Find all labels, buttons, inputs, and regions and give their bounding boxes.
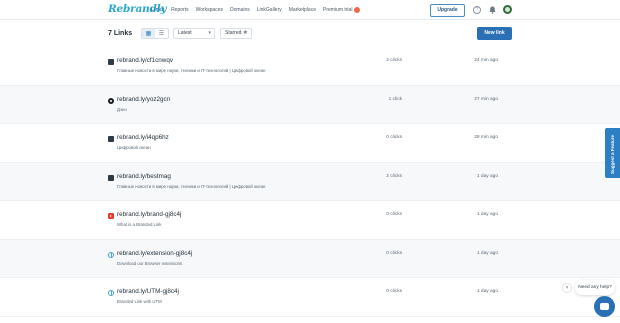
link-title[interactable]: rebrand.ly/cf1cnwqv bbox=[117, 57, 173, 64]
link-title[interactable]: rebrand.ly/extension-gj8c4j bbox=[117, 250, 192, 257]
upgrade-button[interactable]: Upgrade bbox=[430, 4, 465, 17]
globe-favicon-icon bbox=[108, 251, 114, 258]
top-navigation-bar: Rebrandly Links Reports Workspaces Domai… bbox=[0, 0, 620, 20]
starred-filter-button[interactable]: Starred ★ bbox=[220, 28, 252, 39]
link-description: Download our Browser extensions bbox=[117, 260, 183, 266]
sort-select-value: Latest bbox=[178, 30, 192, 36]
link-time: 1 day ago bbox=[476, 289, 498, 294]
links-list: rebrand.ly/cf1cnwqv Главные новости в ми… bbox=[0, 47, 620, 317]
link-clicks: 2 clicks bbox=[386, 173, 402, 179]
nav-reports[interactable]: Reports bbox=[171, 7, 189, 13]
main-nav: Links Reports Workspaces Domains LinkGal… bbox=[151, 7, 361, 13]
square-favicon-icon bbox=[108, 136, 114, 142]
link-description: Главные новости в мире науки, техники и … bbox=[117, 183, 266, 189]
link-title[interactable]: rebrand.ly/brand-gj8c4j bbox=[117, 211, 181, 218]
links-toolbar: 7 Links ▦ ☰ Latest ▾ Starred ★ New link bbox=[0, 20, 620, 47]
link-time: 27 min ago bbox=[474, 96, 498, 102]
link-description: Цифровой океан bbox=[117, 145, 151, 150]
suggest-feature-label: Suggest a Feature bbox=[610, 134, 615, 174]
help-icon[interactable]: ? bbox=[473, 6, 481, 14]
link-time: 24 min ago bbox=[474, 58, 498, 63]
view-toggle: ▦ ☰ bbox=[141, 28, 169, 39]
square-favicon-icon bbox=[108, 174, 114, 181]
link-title[interactable]: rebrand.ly/i4qp6hz bbox=[117, 134, 169, 141]
grid-view-icon[interactable]: ▦ bbox=[142, 29, 155, 38]
link-time: 1 day ago bbox=[476, 173, 498, 179]
chat-help-bubble[interactable]: Need any help? bbox=[575, 280, 615, 295]
link-clicks: 2 clicks bbox=[386, 58, 402, 63]
bell-icon[interactable] bbox=[489, 6, 496, 14]
nav-domains[interactable]: Domains bbox=[230, 7, 250, 13]
premium-trial-label: Premium trial bbox=[322, 7, 353, 13]
link-clicks: 0 clicks bbox=[386, 250, 402, 256]
chat-close-button[interactable]: × bbox=[562, 283, 572, 293]
link-row[interactable]: rebrand.ly/cf1cnwqv Главные новости в ми… bbox=[0, 47, 620, 86]
link-title[interactable]: rebrand.ly/UTM-gj8c4j bbox=[117, 288, 179, 295]
avatar[interactable] bbox=[503, 5, 512, 14]
nav-linkgallery[interactable]: LinkGallery bbox=[257, 7, 282, 13]
link-description: Дзен bbox=[117, 106, 127, 112]
link-description: What is a Branded Link bbox=[117, 222, 162, 227]
nav-links[interactable]: Links bbox=[151, 7, 164, 13]
link-clicks: 0 clicks bbox=[386, 289, 402, 294]
link-row[interactable]: rebrand.ly/brand-gj8c4j What is a Brande… bbox=[0, 201, 620, 240]
globe-favicon-icon bbox=[108, 290, 114, 296]
link-row[interactable]: rebrand.ly/i4qp6hz Цифровой океан 0 clic… bbox=[0, 124, 620, 163]
premium-badge-icon bbox=[354, 7, 361, 13]
zen-favicon-icon bbox=[108, 97, 114, 104]
link-title[interactable]: rebrand.ly/bestmag bbox=[117, 173, 171, 180]
link-row[interactable]: rebrand.ly/bestmag Главные новости в мир… bbox=[0, 162, 620, 201]
link-time: 1 day ago bbox=[476, 212, 498, 217]
square-favicon-icon bbox=[108, 59, 114, 65]
link-time: 28 min ago bbox=[474, 135, 498, 140]
link-time: 1 day ago bbox=[476, 250, 498, 256]
link-row[interactable]: rebrand.ly/extension-gj8c4j Download our… bbox=[0, 239, 620, 278]
star-icon: ★ bbox=[242, 30, 248, 36]
list-view-icon[interactable]: ☰ bbox=[155, 29, 168, 38]
chat-launcher-button[interactable] bbox=[594, 296, 615, 317]
sort-select[interactable]: Latest ▾ bbox=[173, 28, 215, 39]
youtube-favicon-icon bbox=[108, 213, 114, 219]
link-clicks: 0 clicks bbox=[386, 135, 402, 140]
nav-marketplace[interactable]: Marketplace bbox=[289, 7, 316, 13]
suggest-feature-tab[interactable]: Suggest a Feature bbox=[605, 128, 620, 178]
link-row[interactable]: rebrand.ly/yoz2gcn Дзен 1 click 27 min a… bbox=[0, 85, 620, 124]
link-description: Branded Link with UTM bbox=[117, 299, 162, 304]
link-row[interactable]: rebrand.ly/UTM-gj8c4j Branded Link with … bbox=[0, 278, 620, 317]
link-clicks: 0 clicks bbox=[386, 212, 402, 217]
starred-label: Starred bbox=[225, 30, 242, 36]
link-clicks: 1 click bbox=[388, 96, 402, 102]
link-title[interactable]: rebrand.ly/yoz2gcn bbox=[117, 96, 170, 103]
chevron-down-icon: ▾ bbox=[208, 30, 211, 36]
nav-premium-trial[interactable]: Premium trial bbox=[322, 7, 361, 13]
links-count: 7 Links bbox=[108, 30, 133, 37]
link-description: Главные новости в мире науки, техники и … bbox=[117, 68, 266, 73]
new-link-button[interactable]: New link bbox=[477, 27, 512, 40]
nav-workspaces[interactable]: Workspaces bbox=[196, 7, 223, 13]
